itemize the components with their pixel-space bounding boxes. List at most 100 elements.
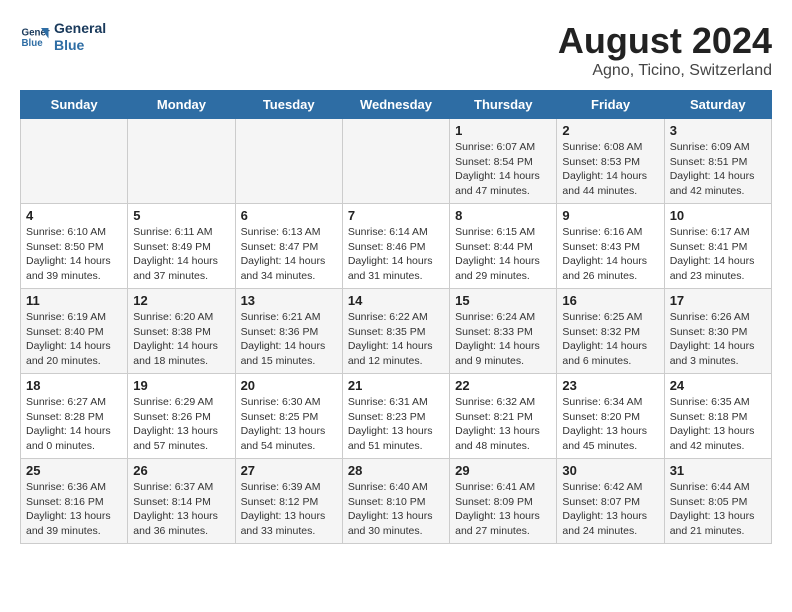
calendar-day-cell: 5Sunrise: 6:11 AM Sunset: 8:49 PM Daylig… — [128, 204, 235, 289]
calendar-day-cell: 19 Sunrise: 6:29 AM Sunset: 8:26 PM Dayli… — [128, 374, 235, 459]
calendar-day-cell: 2 Sunrise: 6:08 AM Sunset: 8:53 PM Daylig… — [557, 119, 664, 204]
day-info: Sunrise: 6:24 AM Sunset: 8:33 PM Dayligh… — [455, 310, 551, 369]
calendar-day-cell: 17 Sunrise: 6:26 AM Sunset: 8:30 PM Dayli… — [664, 289, 771, 374]
day-info: Sunrise: 6:07 AM Sunset: 8:54 PM Dayligh… — [455, 140, 551, 199]
logo-line1: General — [54, 20, 106, 37]
calendar-day-cell: 24Sunrise: 6:35 AM Sunset: 8:18 PM Dayli… — [664, 374, 771, 459]
day-number: 13 — [241, 293, 337, 308]
calendar-day-cell: 4 Sunrise: 6:10 AM Sunset: 8:50 PM Daylig… — [21, 204, 128, 289]
day-of-week-header: Sunday — [21, 91, 128, 119]
day-info: Sunrise: 6:08 AM Sunset: 8:53 PM Dayligh… — [562, 140, 658, 199]
day-number: 31 — [670, 463, 766, 478]
logo-line2: Blue — [54, 37, 106, 54]
day-number: 3 — [670, 123, 766, 138]
calendar-day-cell: 7Sunrise: 6:14 AM Sunset: 8:46 PM Daylig… — [342, 204, 449, 289]
calendar-day-cell: 18Sunrise: 6:27 AM Sunset: 8:28 PM Dayli… — [21, 374, 128, 459]
calendar-day-cell: 9 Sunrise: 6:16 AM Sunset: 8:43 PM Daylig… — [557, 204, 664, 289]
day-of-week-header: Saturday — [664, 91, 771, 119]
location-subtitle: Agno, Ticino, Switzerland — [558, 62, 772, 80]
day-info: Sunrise: 6:41 AM Sunset: 8:09 PM Dayligh… — [455, 480, 551, 539]
month-year-title: August 2024 — [558, 20, 772, 62]
calendar-day-cell — [235, 119, 342, 204]
day-info: Sunrise: 6:30 AM Sunset: 8:25 PM Dayligh… — [241, 395, 337, 454]
day-info: Sunrise: 6:17 AM Sunset: 8:41 PM Dayligh… — [670, 225, 766, 284]
day-number: 18 — [26, 378, 122, 393]
calendar-day-cell: 3 Sunrise: 6:09 AM Sunset: 8:51 PM Daylig… — [664, 119, 771, 204]
day-info: Sunrise: 6:20 AM Sunset: 8:38 PM Dayligh… — [133, 310, 229, 369]
day-number: 1 — [455, 123, 551, 138]
day-number: 9 — [562, 208, 658, 223]
calendar-day-cell — [342, 119, 449, 204]
calendar-day-cell: 12Sunrise: 6:20 AM Sunset: 8:38 PM Dayli… — [128, 289, 235, 374]
calendar-day-cell: 28Sunrise: 6:40 AM Sunset: 8:10 PM Dayli… — [342, 459, 449, 544]
day-info: Sunrise: 6:42 AM Sunset: 8:07 PM Dayligh… — [562, 480, 658, 539]
day-number: 27 — [241, 463, 337, 478]
day-number: 22 — [455, 378, 551, 393]
calendar-day-cell: 31 Sunrise: 6:44 AM Sunset: 8:05 PM Dayli… — [664, 459, 771, 544]
day-number: 2 — [562, 123, 658, 138]
day-number: 30 — [562, 463, 658, 478]
calendar-day-cell: 27 Sunrise: 6:39 AM Sunset: 8:12 PM Dayli… — [235, 459, 342, 544]
calendar-day-cell: 13 Sunrise: 6:21 AM Sunset: 8:36 PM Dayli… — [235, 289, 342, 374]
calendar-day-cell: 15 Sunrise: 6:24 AM Sunset: 8:33 PM Dayli… — [450, 289, 557, 374]
day-info: Sunrise: 6:39 AM Sunset: 8:12 PM Dayligh… — [241, 480, 337, 539]
calendar-day-cell: 23Sunrise: 6:34 AM Sunset: 8:20 PM Dayli… — [557, 374, 664, 459]
calendar-day-cell: 10 Sunrise: 6:17 AM Sunset: 8:41 PM Dayli… — [664, 204, 771, 289]
calendar-day-cell: 22 Sunrise: 6:32 AM Sunset: 8:21 PM Dayli… — [450, 374, 557, 459]
day-of-week-header: Wednesday — [342, 91, 449, 119]
day-info: Sunrise: 6:26 AM Sunset: 8:30 PM Dayligh… — [670, 310, 766, 369]
logo-icon: General Blue — [20, 22, 50, 52]
day-number: 10 — [670, 208, 766, 223]
calendar-body: 1 Sunrise: 6:07 AM Sunset: 8:54 PM Daylig… — [21, 119, 772, 544]
day-info: Sunrise: 6:31 AM Sunset: 8:23 PM Dayligh… — [348, 395, 444, 454]
header-row: SundayMondayTuesdayWednesdayThursdayFrid… — [21, 91, 772, 119]
day-info: Sunrise: 6:36 AM Sunset: 8:16 PM Dayligh… — [26, 480, 122, 539]
calendar-week-row: 1 Sunrise: 6:07 AM Sunset: 8:54 PM Daylig… — [21, 119, 772, 204]
calendar-day-cell: 11Sunrise: 6:19 AM Sunset: 8:40 PM Dayli… — [21, 289, 128, 374]
day-info: Sunrise: 6:40 AM Sunset: 8:10 PM Dayligh… — [348, 480, 444, 539]
day-number: 26 — [133, 463, 229, 478]
day-number: 19 — [133, 378, 229, 393]
calendar-week-row: 25 Sunrise: 6:36 AM Sunset: 8:16 PM Dayli… — [21, 459, 772, 544]
calendar-day-cell: 21 Sunrise: 6:31 AM Sunset: 8:23 PM Dayli… — [342, 374, 449, 459]
day-info: Sunrise: 6:32 AM Sunset: 8:21 PM Dayligh… — [455, 395, 551, 454]
page-header: General Blue General Blue August 2024 Ag… — [20, 20, 772, 80]
day-info: Sunrise: 6:10 AM Sunset: 8:50 PM Dayligh… — [26, 225, 122, 284]
logo: General Blue General Blue — [20, 20, 106, 54]
day-number: 6 — [241, 208, 337, 223]
calendar-day-cell: 14Sunrise: 6:22 AM Sunset: 8:35 PM Dayli… — [342, 289, 449, 374]
day-info: Sunrise: 6:19 AM Sunset: 8:40 PM Dayligh… — [26, 310, 122, 369]
calendar-day-cell: 8 Sunrise: 6:15 AM Sunset: 8:44 PM Daylig… — [450, 204, 557, 289]
day-number: 8 — [455, 208, 551, 223]
calendar-day-cell: 1 Sunrise: 6:07 AM Sunset: 8:54 PM Daylig… — [450, 119, 557, 204]
calendar-day-cell: 29Sunrise: 6:41 AM Sunset: 8:09 PM Dayli… — [450, 459, 557, 544]
day-number: 16 — [562, 293, 658, 308]
day-info: Sunrise: 6:21 AM Sunset: 8:36 PM Dayligh… — [241, 310, 337, 369]
calendar-table: SundayMondayTuesdayWednesdayThursdayFrid… — [20, 90, 772, 544]
day-number: 23 — [562, 378, 658, 393]
day-of-week-header: Friday — [557, 91, 664, 119]
day-number: 20 — [241, 378, 337, 393]
day-info: Sunrise: 6:29 AM Sunset: 8:26 PM Dayligh… — [133, 395, 229, 454]
title-area: August 2024 Agno, Ticino, Switzerland — [558, 20, 772, 80]
day-info: Sunrise: 6:16 AM Sunset: 8:43 PM Dayligh… — [562, 225, 658, 284]
calendar-day-cell: 30 Sunrise: 6:42 AM Sunset: 8:07 PM Dayli… — [557, 459, 664, 544]
day-number: 15 — [455, 293, 551, 308]
day-number: 14 — [348, 293, 444, 308]
calendar-week-row: 4 Sunrise: 6:10 AM Sunset: 8:50 PM Daylig… — [21, 204, 772, 289]
day-number: 5 — [133, 208, 229, 223]
day-number: 4 — [26, 208, 122, 223]
day-number: 21 — [348, 378, 444, 393]
calendar-day-cell: 26Sunrise: 6:37 AM Sunset: 8:14 PM Dayli… — [128, 459, 235, 544]
svg-text:Blue: Blue — [22, 38, 44, 49]
day-info: Sunrise: 6:15 AM Sunset: 8:44 PM Dayligh… — [455, 225, 551, 284]
day-number: 25 — [26, 463, 122, 478]
day-info: Sunrise: 6:35 AM Sunset: 8:18 PM Dayligh… — [670, 395, 766, 454]
day-info: Sunrise: 6:44 AM Sunset: 8:05 PM Dayligh… — [670, 480, 766, 539]
day-of-week-header: Thursday — [450, 91, 557, 119]
day-number: 17 — [670, 293, 766, 308]
day-info: Sunrise: 6:25 AM Sunset: 8:32 PM Dayligh… — [562, 310, 658, 369]
calendar-week-row: 11Sunrise: 6:19 AM Sunset: 8:40 PM Dayli… — [21, 289, 772, 374]
day-of-week-header: Tuesday — [235, 91, 342, 119]
day-info: Sunrise: 6:09 AM Sunset: 8:51 PM Dayligh… — [670, 140, 766, 199]
